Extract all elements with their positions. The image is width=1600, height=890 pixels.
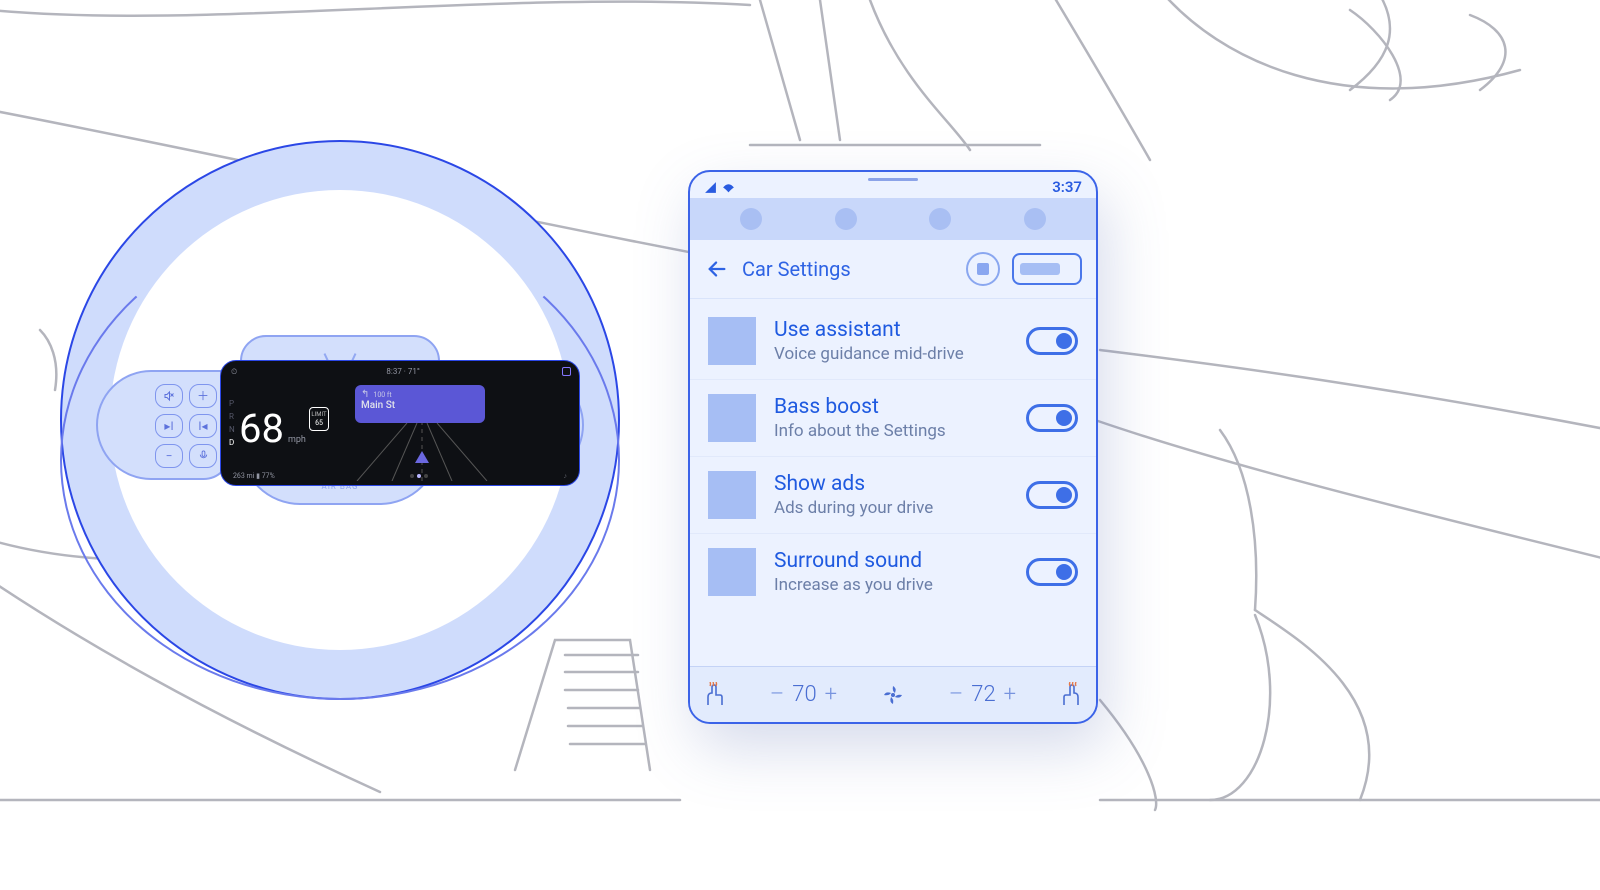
setting-subtitle: Ads during your drive — [774, 498, 1008, 518]
status-bar: 3:37 — [690, 172, 1096, 198]
media-mini: ♪ — [564, 472, 568, 480]
play-pause-button[interactable]: ▸ǀ — [155, 414, 183, 438]
temp-minus-button[interactable]: – — [770, 682, 784, 707]
vol-down-button[interactable]: − — [155, 444, 183, 468]
steering-left-controls: ＋ ▸ǀ ǀ◂ − — [96, 370, 231, 480]
header-action-pill-button[interactable] — [1012, 253, 1082, 285]
temp-minus-button[interactable]: – — [949, 682, 963, 707]
setting-row[interactable]: Surround sound Increase as you drive — [690, 534, 1096, 610]
page-header: Car Settings — [690, 240, 1096, 299]
setting-toggle[interactable] — [1026, 327, 1078, 355]
speed-limit-badge: LIMIT 65 — [309, 407, 329, 431]
cluster-status-icons: ⏲ — [231, 367, 237, 377]
fan-icon[interactable] — [881, 683, 905, 707]
cluster-page-dots — [410, 474, 428, 478]
setting-row[interactable]: Bass boost Info about the Settings — [690, 380, 1096, 457]
app-tab-strip — [690, 198, 1096, 240]
nav-arrow-icon — [415, 451, 429, 463]
right-temp-value: 72 — [971, 682, 995, 707]
wifi-icon — [721, 181, 736, 194]
setting-subtitle: Increase as you drive — [774, 575, 1008, 595]
setting-toggle[interactable] — [1026, 404, 1078, 432]
header-action-icon-button[interactable] — [966, 252, 1000, 286]
seat-heat-left-icon[interactable] — [702, 682, 726, 708]
tab-dot[interactable] — [740, 208, 762, 230]
steering-wheel: ＋ ▸ǀ ǀ◂ − ▭ ☰ ✓ ⊞ ← → AIR BAG ⏲ 8:37 · 7… — [60, 140, 620, 700]
clock: 3:37 — [1052, 178, 1082, 196]
setting-subtitle: Voice guidance mid-drive — [774, 344, 1008, 364]
setting-title: Use assistant — [774, 318, 1008, 342]
seat-heat-right-icon[interactable] — [1060, 682, 1084, 708]
tab-dot[interactable] — [1024, 208, 1046, 230]
center-display: 3:37 Car Settings Use assistant Voice gu… — [688, 170, 1098, 724]
instrument-cluster: ⏲ 8:37 · 71° P R N D 68 mph LIMIT 65 ↰10… — [220, 360, 580, 486]
vol-up-button[interactable]: ＋ — [189, 384, 217, 408]
setting-icon — [708, 317, 756, 365]
setting-row[interactable]: Use assistant Voice guidance mid-drive — [690, 303, 1096, 380]
left-temp-value: 70 — [792, 682, 816, 707]
setting-title: Surround sound — [774, 549, 1008, 573]
page-title: Car Settings — [742, 257, 954, 281]
gear-indicator: P R N D — [229, 397, 235, 449]
setting-icon — [708, 394, 756, 442]
hvac-bar: – 70 + – 72 + — [690, 666, 1096, 722]
range-readout: 263 mi ▮ 77% — [233, 472, 275, 480]
temp-plus-button[interactable]: + — [1004, 682, 1016, 707]
back-arrow-button[interactable] — [704, 256, 730, 282]
setting-subtitle: Info about the Settings — [774, 421, 1008, 441]
tab-dot[interactable] — [929, 208, 951, 230]
setting-row[interactable]: Show ads Ads during your drive — [690, 457, 1096, 534]
voice-button[interactable] — [189, 444, 217, 468]
setting-toggle[interactable] — [1026, 558, 1078, 586]
prev-track-button[interactable]: ǀ◂ — [189, 414, 217, 438]
signal-icon — [704, 181, 717, 194]
setting-icon — [708, 471, 756, 519]
speedometer: 68 mph — [239, 405, 306, 452]
setting-title: Bass boost — [774, 395, 1008, 419]
tab-dot[interactable] — [835, 208, 857, 230]
setting-icon — [708, 548, 756, 596]
cluster-time-temp: 8:37 · 71° — [386, 367, 419, 377]
setting-toggle[interactable] — [1026, 481, 1078, 509]
temp-plus-button[interactable]: + — [825, 682, 837, 707]
settings-list: Use assistant Voice guidance mid-drive B… — [690, 299, 1096, 614]
nav-direction-card: ↰100 ft Main St — [355, 385, 485, 423]
mute-button[interactable] — [155, 384, 183, 408]
right-temp-control: – 72 + — [949, 682, 1016, 707]
setting-title: Show ads — [774, 472, 1008, 496]
left-temp-control: – 70 + — [770, 682, 837, 707]
cluster-top-right-icons — [562, 367, 571, 376]
